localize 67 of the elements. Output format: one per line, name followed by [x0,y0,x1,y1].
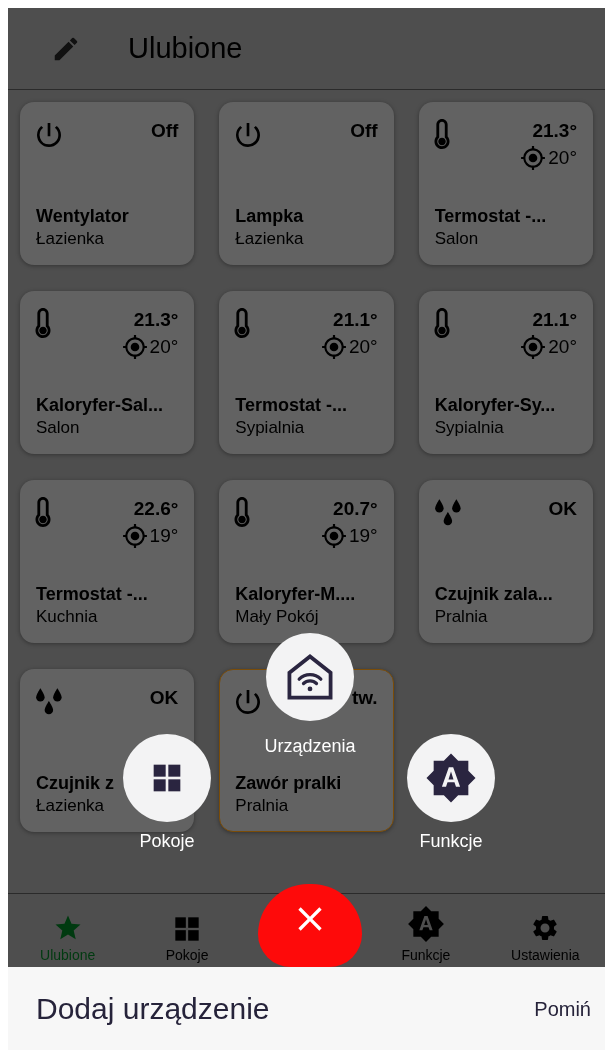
device-room: Łazienka [235,228,304,250]
device-value: Off [150,119,179,143]
target-icon [520,334,547,360]
nav-tab[interactable]: Ustawienia [485,894,605,967]
device-value: OK [548,497,577,521]
device-name: Czujnik z [36,772,114,795]
device-name: Kaloryfer-Sal... [36,394,164,417]
device-name: Czujnik zala... [434,583,553,606]
menu-option-label: Pokoje [139,831,195,851]
device-name: Wentylator [36,205,129,228]
device-name: Kaloryfer-M.... [235,583,356,606]
device-room: Pralnia [434,606,488,628]
device-room: Pralnia [235,795,289,817]
device-card[interactable]: Off Wentylator Łazienka [20,102,195,265]
device-card[interactable]: 20.7° 19° Kaloryfer-M.... Mały Pokój [219,480,394,643]
device-card[interactable]: Off Lampka Łazienka [219,102,394,265]
target-temperature: 20° [548,335,577,359]
device-card[interactable]: 21.1° 20° Termostat -... Sypialnia [219,291,394,454]
device-card[interactable]: 22.6° 19° Termostat -... Kuchnia [20,480,195,643]
target-icon [320,334,347,360]
target-temperature: 19° [149,524,179,548]
device-name: Termostat -... [434,205,547,228]
target-icon [520,145,547,171]
sheet-title: Dodaj urządzenie [36,991,270,1027]
auto-mode-icon [425,752,477,804]
device-value: 21.3° [532,119,577,143]
target-temperature: 20° [348,335,378,359]
auto-mode-icon [406,905,445,943]
target-icon [121,523,148,549]
target-icon [121,334,148,360]
device-room: Sypialnia [235,417,305,439]
device-room: Łazienka [36,228,105,250]
device-value: Off [350,119,378,143]
device-name: Zawór pralki [235,772,342,795]
grid-icon [173,915,202,943]
device-room: Salon [434,228,479,250]
device-name: Kaloryfer-Sy... [434,394,556,417]
device-value: 21.1° [532,308,577,332]
device-card[interactable]: 21.1° 20° Kaloryfer-Sy... Sypialnia [418,291,593,454]
menu-option-label: Urządzenia [264,736,356,756]
device-card[interactable]: 21.3° 20° Termostat -... Salon [418,102,593,265]
device-room: Sypialnia [434,417,504,439]
skip-button[interactable]: Pomiń [532,993,593,1024]
device-name: Termostat -... [36,583,148,606]
nav-tab[interactable]: Funkcje [366,894,486,967]
device-value: 21.1° [333,308,378,332]
device-room: Mały Pokój [235,606,319,628]
device-room: Salon [36,417,80,439]
target-temperature: 19° [348,524,378,548]
target-temperature: 20° [149,335,179,359]
device-card[interactable]: OK Czujnik zala... Pralnia [418,480,593,643]
device-value: 20.7° [333,497,378,521]
device-value: OK [149,686,179,710]
device-value: 21.3° [133,308,179,332]
nav-tab[interactable]: Pokoje [127,894,247,967]
device-value: 22.6° [133,497,179,521]
target-temperature: 20° [548,146,577,170]
menu-option-label: Funkcje [419,831,483,851]
target-icon [320,523,347,549]
device-room: Łazienka [36,795,105,817]
grid-icon [151,762,183,794]
device-card[interactable]: 21.3° 20° Kaloryfer-Sal... Salon [20,291,195,454]
page-title: Ulubione [128,30,243,66]
device-name: Termostat -... [235,394,347,417]
device-value: tw. [351,686,378,710]
device-room: Kuchnia [36,606,98,628]
device-name: Lampka [235,205,304,228]
